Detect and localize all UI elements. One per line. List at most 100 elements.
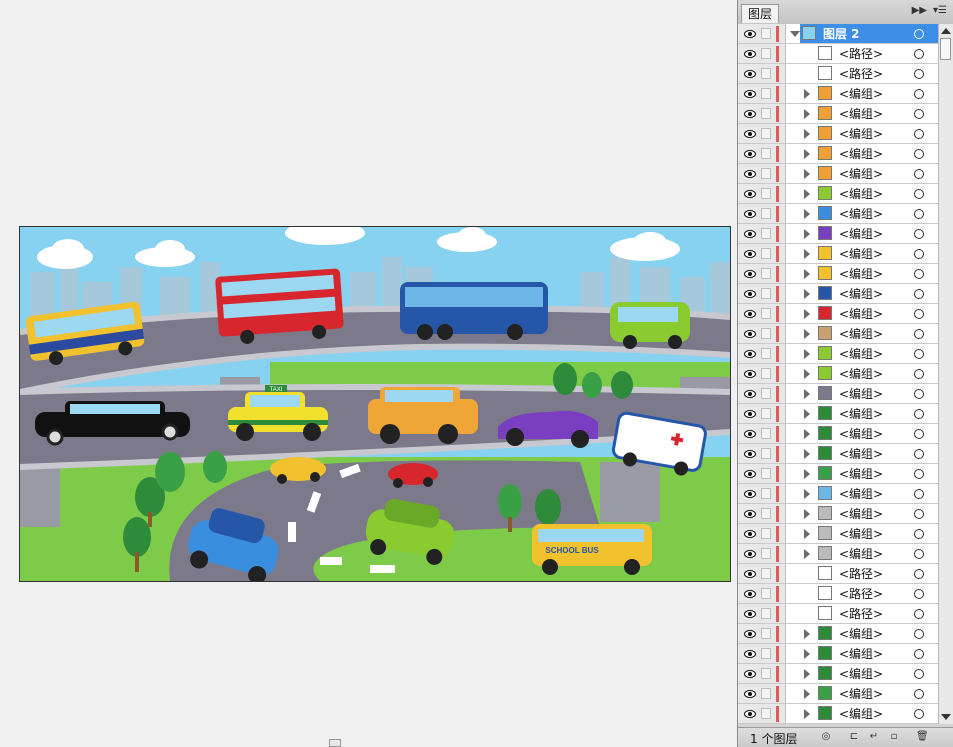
chevron-right-icon[interactable] [804,309,810,319]
chevron-right-icon[interactable] [804,369,810,379]
target-circle-icon[interactable] [914,249,924,259]
eye-icon[interactable] [744,88,756,100]
eye-icon[interactable] [744,308,756,320]
lock-toggle[interactable] [761,428,771,439]
target-circle-icon[interactable] [914,229,924,239]
eye-icon[interactable] [744,688,756,700]
chevron-right-icon[interactable] [804,529,810,539]
eye-icon[interactable] [744,548,756,560]
sublayer-row[interactable]: <编组> [738,124,938,144]
scroll-up-icon[interactable] [941,28,951,34]
sublayer-row[interactable]: <路径> [738,584,938,604]
eye-icon[interactable] [744,448,756,460]
lock-toggle[interactable] [761,228,771,239]
target-circle-icon[interactable] [914,89,924,99]
sublayer-row[interactable]: <编组> [738,224,938,244]
eye-icon[interactable] [744,408,756,420]
target-circle-icon[interactable] [914,149,924,159]
sublayer-row[interactable]: <编组> [738,484,938,504]
eye-icon[interactable] [744,588,756,600]
eye-icon[interactable] [744,388,756,400]
chevron-right-icon[interactable] [804,329,810,339]
lock-toggle[interactable] [761,348,771,359]
eye-icon[interactable] [744,48,756,60]
sublayer-row[interactable]: <路径> [738,64,938,84]
chevron-right-icon[interactable] [804,129,810,139]
sublayer-row[interactable]: <编组> [738,84,938,104]
lock-toggle[interactable] [761,88,771,99]
lock-toggle[interactable] [761,608,771,619]
lock-toggle[interactable] [761,368,771,379]
eye-icon[interactable] [744,628,756,640]
sublayer-row[interactable]: <编组> [738,344,938,364]
eye-icon[interactable] [744,488,756,500]
target-circle-icon[interactable] [914,329,924,339]
lock-toggle[interactable] [761,128,771,139]
lock-toggle[interactable] [761,408,771,419]
chevron-right-icon[interactable] [804,509,810,519]
target-circle-icon[interactable] [914,189,924,199]
chevron-right-icon[interactable] [804,429,810,439]
chevron-right-icon[interactable] [804,249,810,259]
chevron-right-icon[interactable] [804,449,810,459]
sublayer-row[interactable]: <编组> [738,664,938,684]
lock-toggle[interactable] [761,628,771,639]
sublayer-row[interactable]: <编组> [738,524,938,544]
sublayer-row[interactable]: <编组> [738,324,938,344]
eye-icon[interactable] [744,648,756,660]
target-circle-icon[interactable] [914,269,924,279]
eye-icon[interactable] [744,668,756,680]
target-circle-icon[interactable] [914,429,924,439]
lock-toggle[interactable] [761,48,771,59]
chevron-right-icon[interactable] [804,149,810,159]
eye-icon[interactable] [744,568,756,580]
eye-icon[interactable] [744,28,756,40]
lock-toggle[interactable] [761,508,771,519]
sublayer-row[interactable]: <编组> [738,504,938,524]
chevron-right-icon[interactable] [804,169,810,179]
chevron-right-icon[interactable] [804,389,810,399]
target-circle-icon[interactable] [914,349,924,359]
eye-icon[interactable] [744,108,756,120]
eye-icon[interactable] [744,508,756,520]
chevron-right-icon[interactable] [804,89,810,99]
sublayer-row[interactable]: <编组> [738,264,938,284]
target-circle-icon[interactable] [914,369,924,379]
sublayer-row[interactable]: <路径> [738,44,938,64]
lock-toggle[interactable] [761,568,771,579]
sublayer-row[interactable]: <编组> [738,304,938,324]
target-circle-icon[interactable] [914,589,924,599]
scroll-down-icon[interactable] [941,714,951,720]
eye-icon[interactable] [744,168,756,180]
eye-icon[interactable] [744,708,756,720]
layers-tab[interactable]: 图层 [741,4,780,23]
chevron-right-icon[interactable] [804,189,810,199]
chevron-right-icon[interactable] [804,709,810,719]
chevron-right-icon[interactable] [804,549,810,559]
lock-toggle[interactable] [761,268,771,279]
sublayer-row[interactable]: <编组> [738,424,938,444]
locate-object-icon[interactable]: ◎ [820,731,832,743]
chevron-right-icon[interactable] [804,489,810,499]
canvas-scroll-marker[interactable] [329,739,341,747]
lock-toggle[interactable] [761,328,771,339]
sublayer-row[interactable]: <编组> [738,544,938,564]
eye-icon[interactable] [744,68,756,80]
sublayer-row[interactable]: <编组> [738,704,938,724]
target-circle-icon[interactable] [914,569,924,579]
scroll-thumb[interactable] [940,38,951,60]
target-circle-icon[interactable] [914,309,924,319]
lock-toggle[interactable] [761,28,771,39]
target-circle-icon[interactable] [914,389,924,399]
layers-scrollbar[interactable] [938,24,953,724]
sublayer-row[interactable]: <编组> [738,104,938,124]
sublayer-row[interactable]: <编组> [738,684,938,704]
eye-icon[interactable] [744,148,756,160]
eye-icon[interactable] [744,428,756,440]
sublayer-row[interactable]: <编组> [738,444,938,464]
lock-toggle[interactable] [761,208,771,219]
chevron-down-icon[interactable] [790,31,800,37]
sublayer-row[interactable]: <路径> [738,564,938,584]
chevron-right-icon[interactable] [804,109,810,119]
sublayer-row[interactable]: <路径> [738,604,938,624]
